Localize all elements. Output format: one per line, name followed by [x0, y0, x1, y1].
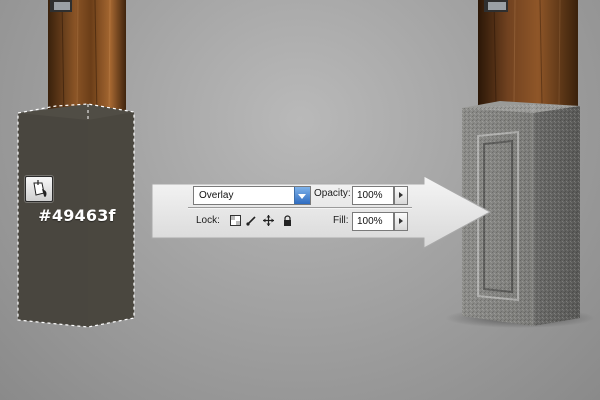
color-hex-label: #49463f — [38, 206, 116, 225]
paint-bucket-glyph — [33, 180, 47, 197]
fill-stepper-arrow-icon[interactable] — [394, 212, 408, 231]
lock-padlock-glyph — [284, 215, 291, 226]
layers-panel-snippet: Overlay Opacity: 100% Lock: Fill: 100% — [188, 183, 412, 233]
opacity-label: Opacity: — [314, 188, 351, 199]
blend-mode-select[interactable]: Overlay — [193, 186, 311, 205]
lock-position-icon[interactable] — [263, 215, 274, 226]
lock-brush-glyph — [246, 216, 256, 226]
lock-transparent-glyph — [230, 215, 241, 226]
blend-mode-value: Overlay — [199, 190, 234, 201]
paint-bucket-icon[interactable] — [25, 176, 53, 202]
opacity-input[interactable]: 100% — [352, 186, 394, 205]
lock-move-glyph — [263, 215, 274, 226]
panel-divider — [188, 207, 412, 208]
blend-row: Overlay Opacity: 100% — [188, 183, 412, 207]
right-wood-post — [478, 0, 578, 106]
left-wood-post — [48, 0, 126, 120]
lock-all-icon[interactable] — [282, 215, 293, 226]
lock-label: Lock: — [196, 215, 220, 226]
opacity-value: 100% — [357, 190, 383, 201]
fill-value: 100% — [357, 216, 383, 227]
fill-label: Fill: — [333, 215, 349, 226]
lock-image-pixels-icon[interactable] — [246, 215, 257, 226]
lock-transparent-pixels-icon[interactable] — [230, 215, 241, 226]
lock-row: Lock: Fill: 100% — [188, 209, 412, 233]
fill-input[interactable]: 100% — [352, 212, 394, 231]
dropdown-arrow-icon[interactable] — [294, 187, 310, 204]
opacity-stepper-arrow-icon[interactable] — [394, 186, 408, 205]
